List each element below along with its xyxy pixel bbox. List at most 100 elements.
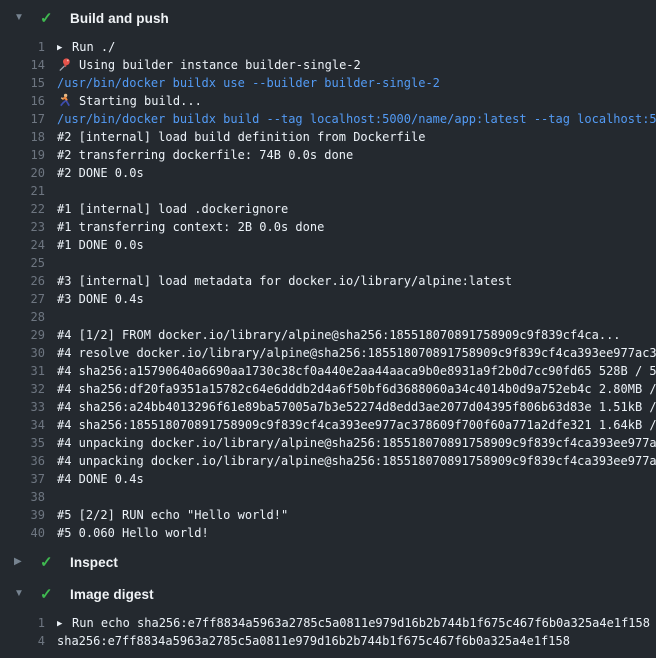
log-line-text: #5 0.060 Hello world! [57,524,209,542]
log-line-text: #4 sha256:df20fa9351a15782c64e6dddb2d4a6… [57,380,656,398]
log-line-text: #2 transferring dockerfile: 74B 0.0s don… [57,146,353,164]
log-line-text: ▶Run echo sha256:e7ff8834a5963a2785c5a08… [57,614,650,633]
log-line-text: /usr/bin/docker buildx use --builder bui… [57,74,440,92]
log-line: 4 sha256:e7ff8834a5963a2785c5a0811e979d16… [0,632,656,650]
log-lines: 1 ▶Run echo sha256:e7ff8834a5963a2785c5a0… [0,614,656,650]
check-icon: ✓ [40,587,56,602]
log-line: 20 #2 DONE 0.0s [0,164,656,182]
log-line-text: sha256:e7ff8834a5963a2785c5a0811e979d16b… [57,632,570,650]
caret-down-icon: ▼ [14,589,26,599]
log-line: 23 #1 transferring context: 2B 0.0s done [0,218,656,236]
log-line-number[interactable]: 27 [0,290,45,308]
log-line-number[interactable]: 29 [0,326,45,344]
log-line-text: #1 [internal] load .dockerignore [57,200,288,218]
pushpin-icon [57,57,72,72]
log-line: 16 Starting build... [0,92,656,110]
log-line-number[interactable]: 21 [0,182,45,200]
log-line-text: #1 DONE 0.0s [57,236,144,254]
log-line-number[interactable]: 22 [0,200,45,218]
log-line-text: #2 DONE 0.0s [57,164,144,182]
log-line-text: /usr/bin/docker buildx build --tag local… [57,110,656,128]
log-line-number[interactable]: 30 [0,344,45,362]
log-line-number[interactable]: 14 [0,56,45,74]
log-line-number[interactable]: 1 [0,614,45,632]
section-title: Build and push [70,11,169,26]
log-line: 14 Using builder instance builder-single-… [0,56,656,74]
log-line: 33#4 sha256:a24bb4013296f61e89ba57005a7b… [0,398,656,416]
log-section-inspect: ▶ ✓ Inspect [0,546,656,578]
check-icon: ✓ [40,11,56,26]
log-line-number[interactable]: 15 [0,74,45,92]
log-line-text: ▶Run ./ [57,38,115,57]
log-line: 35 #4 unpacking docker.io/library/alpine@… [0,434,656,452]
log-line: 21 [0,182,656,200]
log-line-text: #4 unpacking docker.io/library/alpine@sh… [57,452,656,470]
log-line-text: #4 resolve docker.io/library/alpine@sha2… [57,344,656,362]
log-line-number[interactable]: 25 [0,254,45,272]
log-line-number[interactable]: 38 [0,488,45,506]
log-line: 1 ▶Run ./ [0,38,656,56]
log-lines: 1 ▶Run ./ 14 Using builder instance builder… [0,38,656,542]
expand-toggle-icon[interactable]: ▶ [57,615,72,633]
runner-icon [57,93,72,108]
log-line-text: #4 DONE 0.4s [57,470,144,488]
log-line-number[interactable]: 16 [0,92,45,110]
log-line: 27#3 DONE 0.4s [0,290,656,308]
caret-right-icon: ▶ [14,557,26,567]
log-line-text: #2 [internal] load build definition from… [57,128,425,146]
caret-down-icon: ▼ [14,13,26,23]
log-line: 1 ▶Run echo sha256:e7ff8834a5963a2785c5a0… [0,614,656,632]
log-line-number[interactable]: 39 [0,506,45,524]
log-line-number[interactable]: 33 [0,398,45,416]
log-line-text: #3 [internal] load metadata for docker.i… [57,272,512,290]
expand-toggle-icon[interactable]: ▶ [57,39,72,57]
log-line-text: #4 [1/2] FROM docker.io/library/alpine@s… [57,326,621,344]
log-line-number[interactable]: 23 [0,218,45,236]
log-line-number[interactable]: 17 [0,110,45,128]
log-line: 25 [0,254,656,272]
log-line-text: Using builder instance builder-single-2 [57,56,361,74]
log-line: 37 #4 DONE 0.4s [0,470,656,488]
log-line-number[interactable]: 4 [0,632,45,650]
log-line-number[interactable]: 31 [0,362,45,380]
log-line-number[interactable]: 32 [0,380,45,398]
log-line-number[interactable]: 20 [0,164,45,182]
log-line-number[interactable]: 24 [0,236,45,254]
check-icon: ✓ [40,555,56,570]
log-line: 17/usr/bin/docker buildx build --tag loc… [0,110,656,128]
actions-log-viewer: ▼✓Build and push1▶Run ./14Using builder … [0,0,656,658]
log-line: 24 #1 DONE 0.0s [0,236,656,254]
log-line-number[interactable]: 40 [0,524,45,542]
section-header-image-digest[interactable]: ▼ ✓ Image digest [0,578,656,610]
log-line: 28 [0,308,656,326]
log-line-text: #5 [2/2] RUN echo "Hello world!" [57,506,288,524]
log-line-number[interactable]: 35 [0,434,45,452]
log-line: 29 #4 [1/2] FROM docker.io/library/alpine… [0,326,656,344]
log-line-number[interactable]: 28 [0,308,45,326]
log-line-number[interactable]: 34 [0,416,45,434]
log-line: 38 [0,488,656,506]
section-header-build-and-push[interactable]: ▼ ✓ Build and push [0,2,656,34]
log-line: 22 #1 [internal] load .dockerignore [0,200,656,218]
log-line-text: #1 transferring context: 2B 0.0s done [57,218,324,236]
log-line: 36 #4 unpacking docker.io/library/alpine@… [0,452,656,470]
log-line: 32 #4 sha256:df20fa9351a15782c64e6dddb2d4… [0,380,656,398]
log-line-number[interactable]: 36 [0,452,45,470]
log-line-text: Starting build... [57,92,202,110]
section-header-inspect[interactable]: ▶ ✓ Inspect [0,546,656,578]
log-line-number[interactable]: 19 [0,146,45,164]
log-line-text: #4 sha256:185518070891758909c9f839cf4ca3… [57,416,656,434]
section-title: Inspect [70,555,118,570]
log-line: 30 #4 resolve docker.io/library/alpine@sh… [0,344,656,362]
log-section-build-and-push: ▼ ✓ Build and push 1 ▶Run ./ 14 Using builder … [0,2,656,542]
log-line-number[interactable]: 1 [0,38,45,56]
log-line: 26 #3 [internal] load metadata for docker… [0,272,656,290]
log-line: 34 #4 sha256:185518070891758909c9f839cf4c… [0,416,656,434]
section-title: Image digest [70,587,154,602]
log-line-text: #4 sha256:a15790640a6690aa1730c38cf0a440… [57,362,656,380]
log-line: 19 #2 transferring dockerfile: 74B 0.0s d… [0,146,656,164]
log-line-number[interactable]: 37 [0,470,45,488]
log-line-number[interactable]: 26 [0,272,45,290]
log-line-text: #4 unpacking docker.io/library/alpine@sh… [57,434,656,452]
log-line-number[interactable]: 18 [0,128,45,146]
